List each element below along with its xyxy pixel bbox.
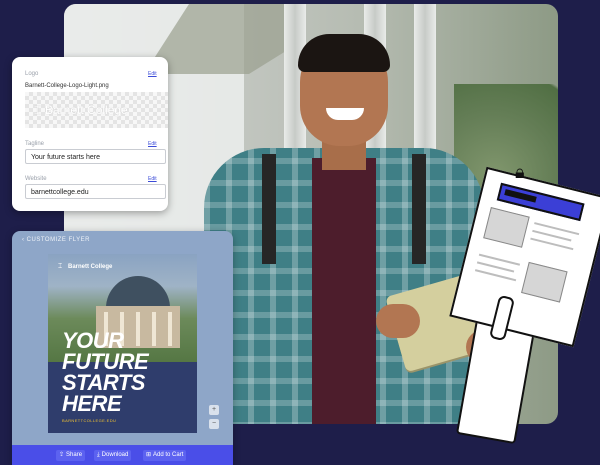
download-label: Download [101, 452, 129, 458]
website-label: Website [25, 176, 47, 182]
flyer-headline-line: YOUR [62, 328, 124, 353]
logo-edit-link[interactable]: Edit [148, 71, 157, 77]
flyer-column [152, 312, 156, 346]
zoom-out-icon[interactable]: − [209, 419, 219, 429]
website-edit-link[interactable]: Edit [148, 176, 157, 182]
flyer-logo-icon: ⌶ [58, 263, 63, 270]
share-label: Share [66, 452, 83, 458]
flyer-headline-line: FUTURE [62, 349, 149, 374]
download-icon: ⤓ [97, 452, 100, 458]
flyer-headline: YOUR FUTURE STARTS HERE [62, 328, 149, 416]
image-placeholder-icon [483, 207, 530, 248]
hair [298, 34, 390, 72]
student-photo [204, 34, 510, 424]
college-logo-icon: ⌶ [34, 103, 42, 117]
flyer-url: BARNETTCOLLEGE.EDU [62, 418, 117, 423]
customize-header[interactable]: ‹ CUSTOMIZE FLYER [22, 237, 90, 243]
tagline-edit-link[interactable]: Edit [148, 141, 157, 147]
flyer-illustration-title-bar [504, 189, 537, 203]
backpack-strap [412, 154, 426, 264]
logo-label: Logo [25, 71, 39, 77]
flyer-headline-line: STARTS [62, 370, 145, 395]
hand [376, 304, 420, 338]
flyer-dome [106, 276, 170, 310]
tagline-label: Tagline [25, 141, 45, 147]
website-input[interactable]: barnettcollege.edu [25, 184, 166, 199]
customize-title: CUSTOMIZE FLYER [26, 237, 90, 243]
flyer-column [168, 312, 172, 346]
lock-icon: 🔒︎ [515, 162, 525, 182]
flyer-brand: Barnett College [68, 264, 113, 270]
zoom-in-icon[interactable]: + [209, 405, 219, 415]
logo-preview-text: Barnett College [45, 103, 128, 117]
brand-settings-panel: Logo Edit Barnett-College-Logo-Light.png… [12, 57, 168, 211]
flyer-headline-line: HERE [62, 391, 122, 416]
flyer-action-bar: ⇪ Share ⤓ Download ⊞ Add to Cart [12, 445, 233, 465]
add-to-cart-button[interactable]: ⊞ Add to Cart [143, 450, 187, 461]
tagline-input[interactable]: Your future starts here [25, 149, 166, 164]
logo-preview[interactable]: ⌶ Barnett College [25, 92, 168, 128]
share-icon: ⇪ [59, 452, 65, 458]
maroon-tee [312, 158, 376, 424]
logo-filename: Barnett-College-Logo-Light.png [25, 83, 109, 89]
flyer-preview[interactable]: ⌶ Barnett College YOUR FUTURE STARTS HER… [48, 254, 197, 433]
add-to-cart-label: Add to Cart [153, 452, 184, 458]
image-placeholder-icon [521, 261, 568, 303]
smile [326, 108, 364, 120]
cart-icon: ⊞ [146, 452, 152, 458]
download-button[interactable]: ⤓ Download [94, 450, 132, 461]
customize-flyer-panel: ‹ CUSTOMIZE FLYER ⌶ Barnett College YOUR… [12, 231, 233, 465]
share-button[interactable]: ⇪ Share [56, 450, 86, 461]
backpack-strap [262, 154, 276, 264]
